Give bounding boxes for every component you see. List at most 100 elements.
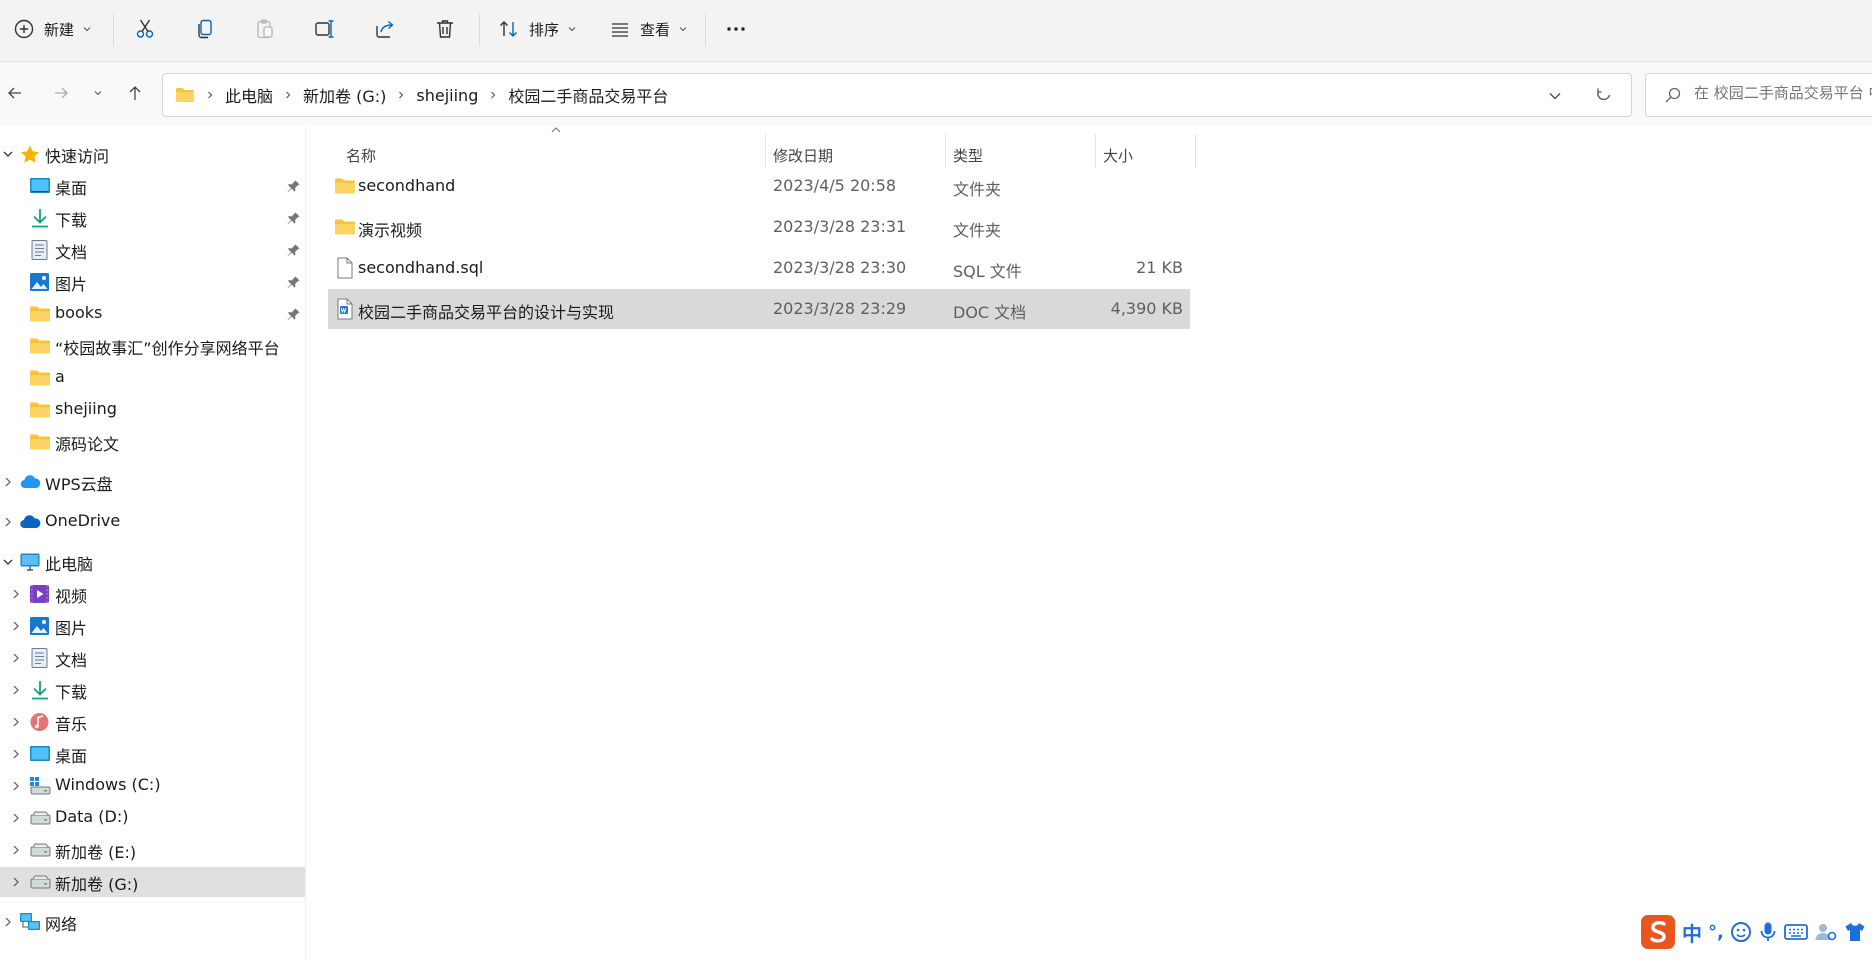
- cut-button[interactable]: [133, 12, 157, 46]
- sogou-logo-icon[interactable]: [1640, 914, 1676, 950]
- breadcrumb-drive-g[interactable]: 新加卷 (G:): [303, 83, 386, 107]
- chevron-right-icon: [491, 91, 496, 99]
- file-type: 文件夹: [953, 180, 1002, 199]
- forward-button[interactable]: [48, 80, 74, 106]
- share-button[interactable]: [373, 12, 397, 46]
- sidebar-item-label: 下载: [55, 683, 88, 702]
- sidebar-item-drive-e[interactable]: 新加卷 (E:): [0, 835, 305, 865]
- sidebar-item-source-papers[interactable]: 源码论文: [0, 427, 305, 457]
- chevron-right-icon: [13, 685, 19, 695]
- sidebar-item-label: 网络: [45, 915, 78, 934]
- pin-icon[interactable]: [287, 211, 301, 225]
- pin-icon[interactable]: [287, 307, 301, 321]
- windows-drive-icon: [30, 777, 51, 795]
- emoji-icon[interactable]: [1730, 921, 1752, 943]
- breadcrumb-current-folder[interactable]: 校园二手商品交易平台: [508, 83, 668, 107]
- sidebar-item-onedrive[interactable]: OneDrive: [0, 507, 305, 537]
- more-options-button[interactable]: [724, 12, 748, 46]
- file-row[interactable]: 演示视频 2023/3/28 23:31 文件夹: [328, 207, 1190, 247]
- sidebar-item-desktop[interactable]: 桌面: [0, 171, 305, 201]
- sidebar-item-a[interactable]: a: [0, 363, 305, 393]
- paste-button[interactable]: [253, 12, 277, 46]
- sidebar-item-pc-desktop[interactable]: 桌面: [0, 739, 305, 769]
- breadcrumb-this-pc[interactable]: 此电脑: [225, 83, 273, 107]
- up-button[interactable]: [122, 80, 148, 106]
- search-input[interactable]: [1694, 84, 1872, 102]
- sidebar-item-pictures[interactable]: 图片: [0, 267, 305, 297]
- sidebar-item-pc-downloads[interactable]: 下载: [0, 675, 305, 705]
- sidebar-item-pc-pictures[interactable]: 图片: [0, 611, 305, 641]
- file-date: 2023/3/28 23:31: [773, 217, 907, 236]
- sidebar-item-shejiing[interactable]: shejiing: [0, 395, 305, 425]
- column-divider[interactable]: [1095, 134, 1096, 168]
- sidebar-item-drive-c[interactable]: Windows (C:): [0, 771, 305, 801]
- sidebar-item-label: shejiing: [55, 399, 117, 418]
- file-size: 21 KB: [1136, 258, 1183, 277]
- sidebar-item-documents[interactable]: 文档: [0, 235, 305, 265]
- chevron-down-icon: [3, 151, 13, 157]
- toolbar-divider: [705, 14, 706, 46]
- microphone-icon[interactable]: [1758, 921, 1778, 943]
- sort-button[interactable]: 排序: [497, 12, 577, 46]
- sidebar-item-drive-g[interactable]: 新加卷 (G:): [0, 867, 305, 897]
- chevron-right-icon: [5, 917, 11, 927]
- list-view-icon: [612, 23, 628, 37]
- pin-icon[interactable]: [287, 179, 301, 193]
- sidebar-item-books[interactable]: books: [0, 299, 305, 329]
- column-label: 名称: [346, 146, 377, 165]
- breadcrumb-shejiing[interactable]: shejiing: [416, 86, 478, 105]
- rename-icon: [315, 20, 334, 38]
- chevron-down-icon: [83, 27, 91, 32]
- folder-icon: [30, 338, 50, 354]
- ime-mode-toggle[interactable]: 中: [1682, 918, 1702, 947]
- skin-shirt-icon[interactable]: [1844, 921, 1866, 943]
- video-icon: [30, 585, 49, 603]
- file-name: 校园二手商品交易平台的设计与实现: [358, 303, 615, 322]
- sidebar-item-pc-documents[interactable]: 文档: [0, 643, 305, 673]
- breadcrumb: 此电脑 新加卷 (G:) shejiing 校园二手商品交易平台: [175, 74, 668, 116]
- rename-button[interactable]: [313, 12, 337, 46]
- sidebar-item-network[interactable]: 网络: [0, 907, 305, 937]
- download-icon: [32, 681, 48, 700]
- sidebar-item-this-pc[interactable]: 此电脑: [0, 547, 305, 577]
- back-button[interactable]: [2, 80, 28, 106]
- file-row[interactable]: 校园二手商品交易平台的设计与实现 2023/3/28 23:29 DOC 文档 …: [328, 289, 1190, 329]
- new-label: 新建: [44, 20, 75, 39]
- chevron-right-icon: [13, 781, 19, 791]
- sidebar-item-wps-cloud[interactable]: WPS云盘: [0, 467, 305, 497]
- address-bar[interactable]: 此电脑 新加卷 (G:) shejiing 校园二手商品交易平台: [162, 73, 1632, 117]
- file-icon: [337, 257, 353, 279]
- sidebar-item-pc-videos[interactable]: 视频: [0, 579, 305, 609]
- copy-button[interactable]: [193, 12, 217, 46]
- pin-icon[interactable]: [287, 275, 301, 289]
- ime-punctuation-toggle[interactable]: °,: [1708, 922, 1724, 943]
- file-row[interactable]: secondhand.sql 2023/3/28 23:30 SQL 文件 21…: [328, 248, 1190, 288]
- pin-icon[interactable]: [287, 243, 301, 257]
- recent-locations-button[interactable]: [85, 80, 111, 106]
- column-divider[interactable]: [1195, 134, 1196, 168]
- address-history-button[interactable]: [1547, 88, 1563, 104]
- folder-icon: [30, 402, 50, 418]
- arrow-right-icon: [55, 87, 68, 99]
- user-settings-icon[interactable]: [1814, 921, 1838, 943]
- sidebar-item-drive-d[interactable]: Data (D:): [0, 803, 305, 833]
- search-box[interactable]: [1645, 73, 1872, 117]
- folder-icon: [30, 434, 50, 450]
- chevron-down-icon: [679, 27, 687, 32]
- refresh-button[interactable]: [1595, 86, 1613, 104]
- sidebar-item-label: WPS云盘: [45, 475, 113, 494]
- folder-icon: [335, 178, 355, 194]
- sidebar-item-quick-access[interactable]: 快速访问: [0, 139, 305, 169]
- keyboard-icon[interactable]: [1783, 922, 1808, 942]
- sidebar-item-label: 快速访问: [45, 147, 110, 166]
- view-button[interactable]: 查看: [608, 12, 688, 46]
- delete-button[interactable]: [433, 12, 457, 46]
- chevron-right-icon: [13, 877, 19, 887]
- new-button[interactable]: 新建: [12, 12, 92, 46]
- column-divider[interactable]: [765, 134, 766, 168]
- sidebar-item-campus-story[interactable]: “校园故事汇”创作分享网络平台: [0, 331, 305, 361]
- file-row[interactable]: secondhand 2023/4/5 20:58 文件夹: [328, 166, 1190, 206]
- sidebar-item-downloads[interactable]: 下载: [0, 203, 305, 233]
- sidebar-item-pc-music[interactable]: 音乐: [0, 707, 305, 737]
- column-divider[interactable]: [945, 134, 946, 168]
